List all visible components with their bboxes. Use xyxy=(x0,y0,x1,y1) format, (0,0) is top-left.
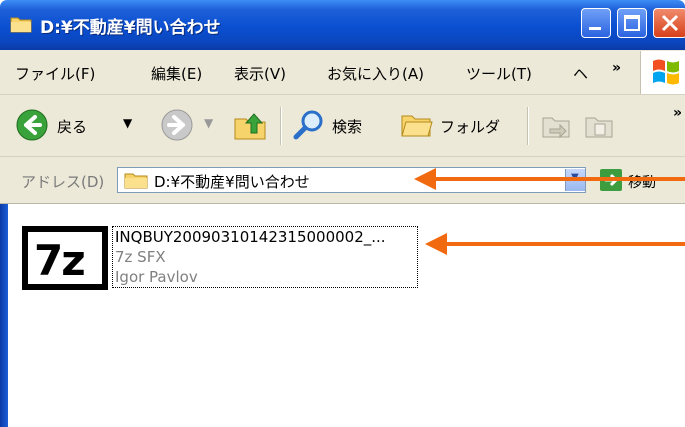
copy-to-button[interactable] xyxy=(583,109,615,141)
toolbar-separator xyxy=(280,107,282,145)
back-arrow-icon xyxy=(16,109,48,141)
back-button[interactable]: 戻る ▼ xyxy=(15,107,145,143)
up-folder-button[interactable] xyxy=(232,107,268,143)
forward-arrow-icon xyxy=(161,109,193,141)
file-name: INQBUY20090310142315000002_... xyxy=(115,228,386,246)
windows-flag-icon xyxy=(653,59,679,85)
arrow-shaft xyxy=(432,177,685,181)
maximize-button[interactable] xyxy=(617,8,647,38)
forward-button[interactable]: ▼ xyxy=(160,107,220,143)
toolbar-separator xyxy=(527,107,529,145)
file-type: 7z SFX xyxy=(115,248,166,266)
go-label[interactable]: 移動 xyxy=(628,172,656,192)
up-folder-icon xyxy=(234,113,266,140)
toolbar-overflow-chevron[interactable]: » xyxy=(673,105,682,121)
menu-file[interactable]: ファイル(F) xyxy=(15,63,95,84)
7z-logo-text: 7z xyxy=(34,236,86,285)
file-item-label[interactable]: INQBUY20090310142315000002_... 7z SFX Ig… xyxy=(112,226,418,288)
move-to-folder-icon xyxy=(542,117,570,139)
menu-tools[interactable]: ツール(T) xyxy=(466,63,532,84)
menu-favorites[interactable]: お気に入り(A) xyxy=(327,63,424,84)
back-dropdown-icon[interactable]: ▼ xyxy=(123,116,132,130)
windows-logo xyxy=(640,51,685,94)
folders-button[interactable]: フォルダ xyxy=(400,107,515,143)
search-button[interactable]: 検索 xyxy=(292,107,382,143)
close-icon xyxy=(661,14,679,32)
menu-bar: ファイル(F) 編集(E) 表示(V) お気に入り(A) ツール(T) ヘ » xyxy=(0,50,685,95)
title-bar[interactable]: D:¥不動産¥問い合わせ xyxy=(0,0,685,50)
folder-icon xyxy=(10,17,32,33)
7z-logo: 7z xyxy=(28,232,102,285)
minimize-button[interactable] xyxy=(581,8,611,38)
explorer-window: D:¥不動産¥問い合わせ ファイル(F) 編集(E) 表示(V) お気に入り(A… xyxy=(0,0,685,427)
move-to-button[interactable] xyxy=(540,109,572,141)
window-title: D:¥不動産¥問い合わせ xyxy=(40,18,221,38)
menu-view[interactable]: 表示(V) xyxy=(234,63,286,84)
address-label: アドレス(D) xyxy=(21,173,105,191)
menu-edit[interactable]: 編集(E) xyxy=(151,63,202,84)
folders-label: フォルダ xyxy=(440,118,501,136)
folder-icon xyxy=(124,173,148,189)
back-label: 戻る xyxy=(57,118,88,136)
close-button[interactable] xyxy=(653,8,685,38)
address-value: D:¥不動産¥問い合わせ xyxy=(154,173,310,191)
copy-to-folder-icon xyxy=(585,117,613,138)
forward-dropdown-icon[interactable]: ▼ xyxy=(204,116,213,130)
file-author: Igor Pavlov xyxy=(115,268,198,286)
search-icon xyxy=(293,110,323,140)
menu-overflow-chevron[interactable]: » xyxy=(612,60,621,76)
folders-icon xyxy=(401,115,433,137)
arrow-shaft xyxy=(443,242,685,246)
menu-help[interactable]: ヘ xyxy=(573,63,588,84)
7z-archive-icon[interactable]: 7z xyxy=(22,226,108,290)
standard-toolbar: 戻る ▼ ▼ 検索 フォルダ » xyxy=(0,95,685,157)
search-label: 検索 xyxy=(332,118,363,136)
